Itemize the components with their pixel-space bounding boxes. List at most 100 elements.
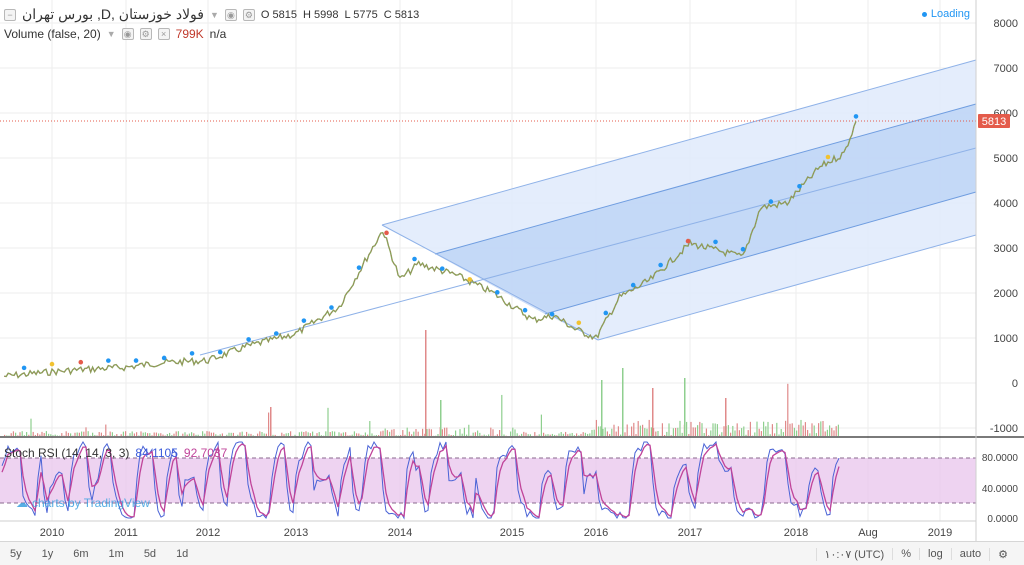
volume-bar [114,435,116,436]
volume-bar [516,433,518,436]
signal-dot [189,351,195,356]
symbol-legend: − بورس تهران ,D, فولاد خوزستان ▼ ◉ ⚙ O 5… [4,6,419,23]
gear-icon[interactable]: ⚙ [989,547,1016,561]
volume-bar [74,432,76,436]
last-price-tag: 5813 [978,114,1010,128]
signal-dot [495,290,500,295]
volume-bar [103,435,105,436]
volume-bar [177,431,179,436]
collapse-legend-icon[interactable]: − [4,8,16,21]
volume-spike-bar [601,380,603,436]
signal-dot [133,358,139,363]
timeframe-1m[interactable]: 1m [99,548,134,560]
signal-dot [740,246,746,252]
volume-bar [338,432,340,436]
volume-bar [147,433,149,436]
bottom-toolbar: 5y 1y 6m 1m 5d 1d ۱۰:۰۷ (UTC) % log auto… [0,541,1024,565]
signal-dot [246,337,251,342]
volume-bar [813,425,815,436]
volume-bar [446,427,448,436]
volume-bar [252,435,254,436]
volume-bar [144,432,146,436]
volume-bar [358,433,360,436]
settings-icon[interactable]: ⚙ [242,8,255,21]
volume-bar [595,419,597,436]
time-tick-label: 2011 [114,527,138,539]
volume-bar [175,431,177,436]
volume-bar [710,430,712,436]
volume-bar [265,433,267,436]
signal-dot [797,183,802,189]
volume-bar [723,426,725,436]
volume-bar [415,429,417,436]
volume-bar [39,434,41,436]
stoch-label: Stoch RSI (14, 14, 3, 3) [4,446,130,460]
chevron-down-icon[interactable]: ▼ [107,29,116,39]
volume-bar [239,432,241,436]
eye-icon[interactable]: ◉ [224,8,237,21]
log-toggle[interactable]: log [919,548,951,560]
price-tick-label: 2000 [994,288,1018,300]
chevron-down-icon[interactable]: ▼ [210,10,219,20]
volume-bar [100,432,102,436]
signal-dot [49,361,55,367]
close-icon[interactable]: × [157,28,170,40]
volume-bar [512,427,514,436]
timeframe-5y[interactable]: 5y [0,548,32,560]
volume-bar [67,432,69,436]
volume-bar [503,434,505,436]
volume-bar [116,434,118,436]
timeframe-1d[interactable]: 1d [166,548,198,560]
volume-bar [107,435,109,436]
volume-bar [589,433,591,436]
volume-bar [672,428,674,436]
signal-dot [768,199,774,204]
volume-bar [136,432,138,436]
volume-bar [272,434,274,436]
signal-dot [522,307,528,313]
signal-dot [412,256,417,262]
volume-bar [226,434,228,436]
volume-bar [690,421,692,436]
signal-dot [630,282,636,288]
volume-bar [483,434,485,436]
clock-readout[interactable]: ۱۰:۰۷ (UTC) [815,547,893,561]
volume-bar [375,435,377,436]
volume-bar [142,432,144,436]
timeframe-6m[interactable]: 6m [63,548,98,560]
signal-dot [549,311,555,317]
volume-bar [422,428,424,436]
timeframe-1y[interactable]: 1y [32,548,64,560]
volume-bar [771,424,773,436]
signal-dot [576,320,582,326]
volume-bar [206,431,208,436]
percent-toggle[interactable]: % [892,548,919,560]
volume-bar [534,432,536,436]
settings-icon[interactable]: ⚙ [139,28,152,40]
volume-bar [578,435,580,436]
volume-bar [237,434,239,436]
volume-bar [657,430,659,436]
volume-bar [173,433,175,436]
eye-icon[interactable]: ◉ [121,28,134,40]
price-axis[interactable]: 800070006000500040003000200010000-1000 [990,18,1018,435]
volume-bar [312,431,314,436]
auto-toggle[interactable]: auto [950,548,989,560]
volume-bar [386,430,388,436]
signal-dot [356,265,362,270]
volume-bar [763,421,765,436]
pitchfork-channel[interactable] [199,59,977,356]
timeframe-5d[interactable]: 5d [134,548,166,560]
volume-bar [76,432,78,436]
volume-bar [699,421,701,436]
stoch-axis[interactable]: 80.0000 40.0000 0.0000 [982,453,1019,525]
volume-bar [406,427,408,436]
volume-bar [826,429,828,436]
time-axis[interactable]: 2010 2011 2012 2013 2014 2015 2016 2017 2018 Aug 2… [40,527,952,539]
volume-bar [681,432,683,436]
volume-bar [481,435,483,436]
volume-bar [241,431,243,436]
stoch-tick-label: 80.0000 [982,453,1019,464]
volume-bar [382,430,384,436]
tradingview-watermark[interactable]: ☁ charts by TradingView [16,496,150,510]
